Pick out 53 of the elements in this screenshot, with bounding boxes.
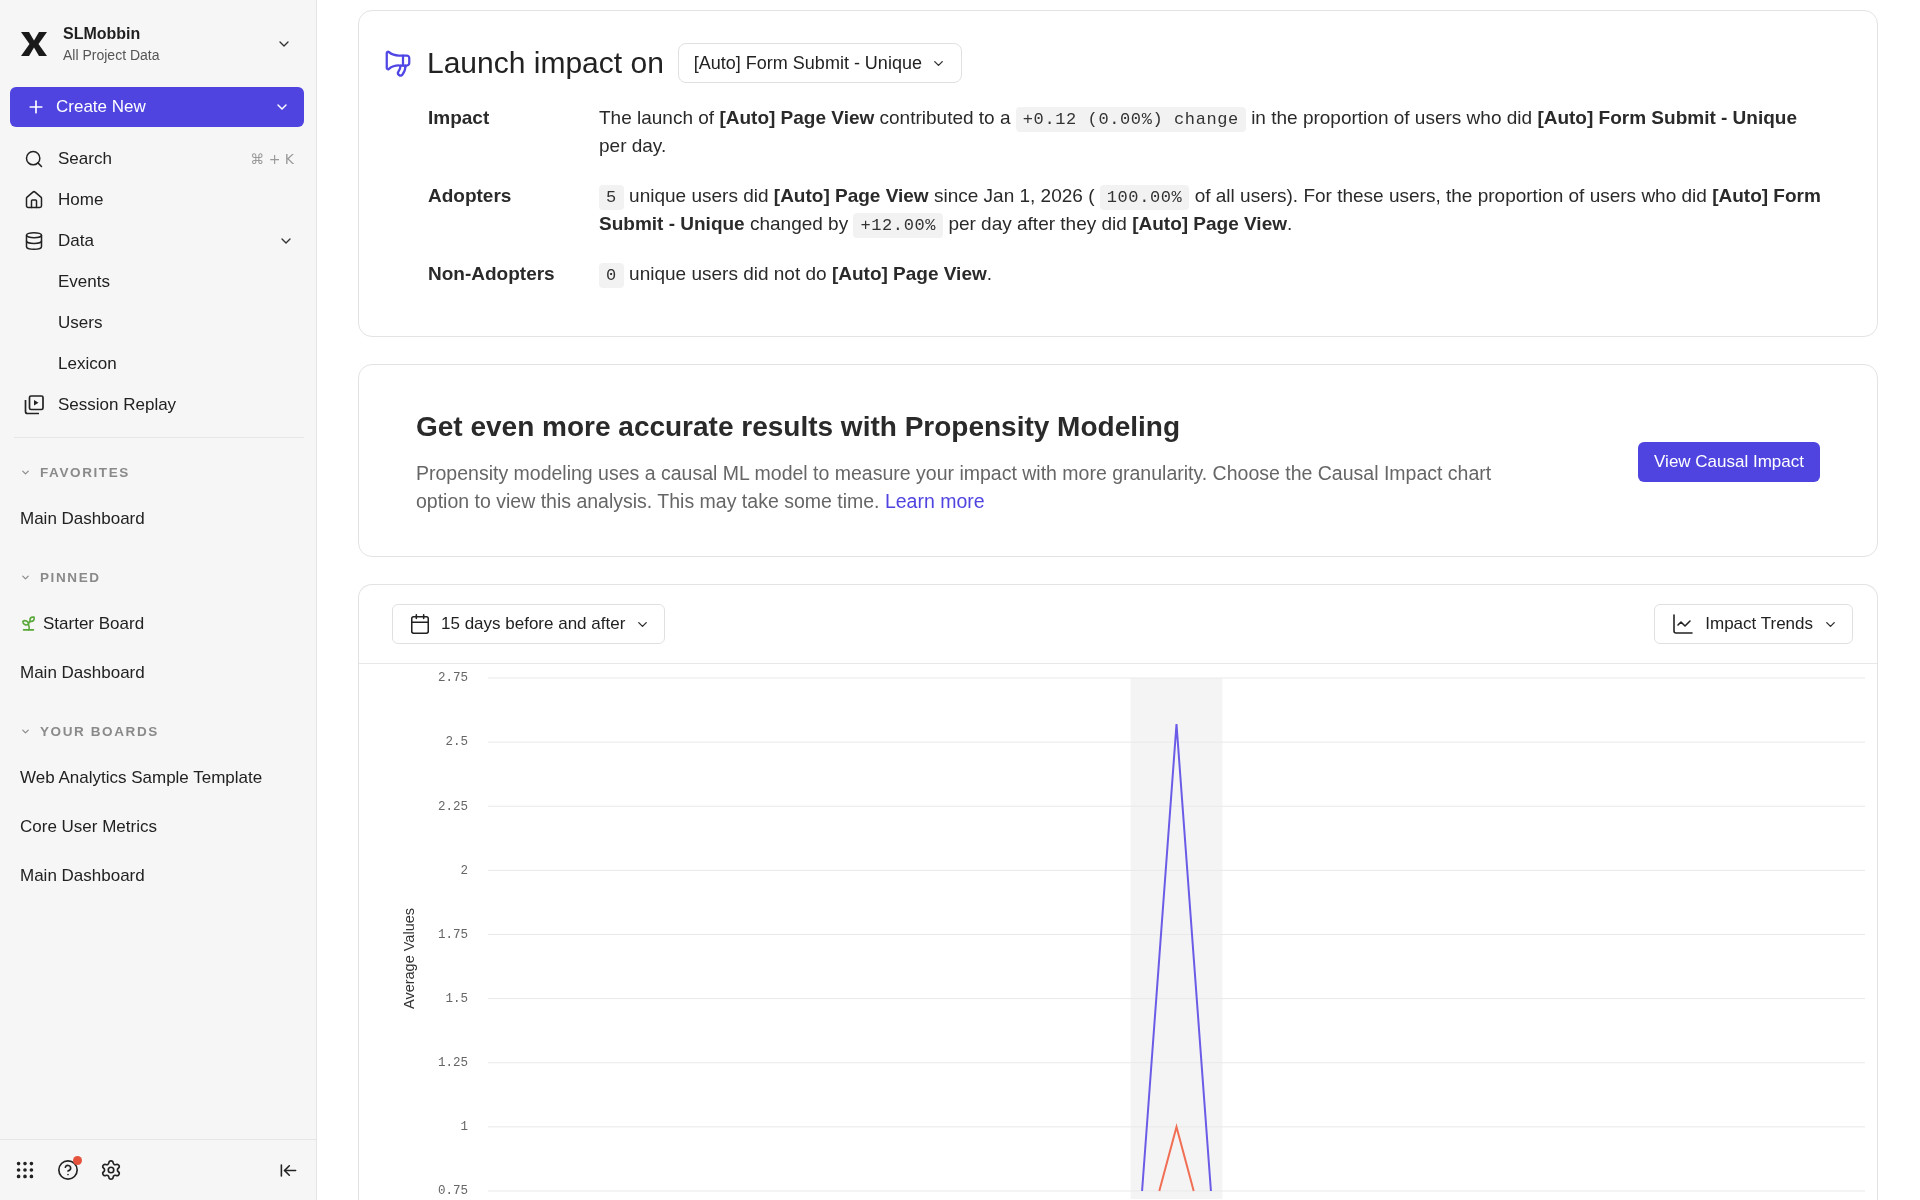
calendar-icon (409, 613, 431, 635)
row-description: 5 unique users did [Auto] Page View since Jan 1, 2026 ( 100.00% of all users). For these users, the proportion of users who did [Auto] Form Submit - Unique changed by +12.00% per day after they did [Auto] Page View. (599, 182, 1829, 238)
nav-item[interactable]: Data (10, 220, 304, 261)
card-title: Launch impact on (427, 46, 664, 80)
help-icon[interactable] (57, 1159, 79, 1181)
workspace-subtitle: All Project Data (63, 46, 160, 63)
axis-tick-label: 2.75 (438, 671, 468, 686)
axis-title: Average Values (400, 908, 417, 1009)
board-link[interactable]: Starter Board (0, 599, 145, 648)
nav-subitem[interactable]: Lexicon (10, 343, 304, 384)
database-icon (24, 230, 44, 251)
nav-item[interactable]: Session Replay (10, 384, 304, 425)
axis-tick-label: 2 (460, 863, 468, 878)
nav-item[interactable]: Home (10, 179, 304, 220)
axis-tick-label: 1.75 (438, 927, 468, 942)
nav-subitem[interactable]: Events (10, 261, 304, 302)
axis-tick-label: 2.25 (438, 799, 468, 814)
date-range-dropdown[interactable]: 15 days before and after (392, 604, 666, 644)
row-description: 0 unique users did not do [Auto] Page View. (599, 260, 1829, 288)
megaphone-icon (383, 48, 413, 78)
axis-tick-label: 1.25 (438, 1056, 468, 1071)
play-window-icon (24, 394, 44, 415)
logo-icon (20, 30, 48, 57)
sprout-icon (20, 615, 37, 632)
search-icon (24, 148, 44, 169)
keyboard-shortcut: ⌘ + K (250, 150, 294, 167)
banner-title: Get even more accurate results with Propensity Modeling (416, 410, 1180, 444)
banner-description: Propensity modeling uses a causal ML model to measure your impact with more granularity. Choose the Causal Impact chart option to view this analysis. This may take some time. Learn more (416, 461, 1493, 514)
row-label: Impact (428, 106, 490, 130)
axis-tick-label: 2.5 (445, 735, 468, 750)
board-link[interactable]: Main Dashboard (0, 648, 145, 697)
create-new-button[interactable]: Create New (10, 87, 304, 127)
chart-type-dropdown[interactable]: Impact Trends (1654, 604, 1853, 644)
nav-item[interactable]: Search ⌘ + K (10, 138, 304, 179)
axis-tick-label: 0.75 (438, 1184, 468, 1199)
workspace-name: SLMobbin (63, 24, 141, 43)
row-label: Adopters (428, 184, 512, 208)
board-link[interactable]: Main Dashboard (0, 851, 145, 900)
row-label: Non-Adopters (428, 262, 555, 286)
axis-tick-label: 1 (460, 1120, 468, 1135)
metric-dropdown[interactable]: [Auto] Form Submit - Unique (677, 43, 962, 83)
view-causal-impact-button[interactable]: View Causal Impact (1638, 442, 1820, 482)
line-chart-icon (1671, 612, 1696, 636)
learn-more-link[interactable]: Learn more (884, 490, 985, 512)
house-icon (24, 189, 44, 210)
row-description: The launch of [Auto] Page View contributed to a +0.12 (0.00%) change in the proportion of users who did [Auto] Form Submit - Unique per day. (599, 106, 1798, 158)
board-link[interactable]: Core User Metrics (0, 802, 157, 851)
board-link[interactable]: Main Dashboard (0, 494, 145, 543)
axis-tick-label: 1.5 (445, 991, 468, 1006)
nav-subitem[interactable]: Users (10, 302, 304, 343)
grid-dots-icon[interactable] (14, 1159, 36, 1181)
settings-icon[interactable] (100, 1159, 122, 1181)
board-link[interactable]: Web Analytics Sample Template (0, 753, 263, 802)
